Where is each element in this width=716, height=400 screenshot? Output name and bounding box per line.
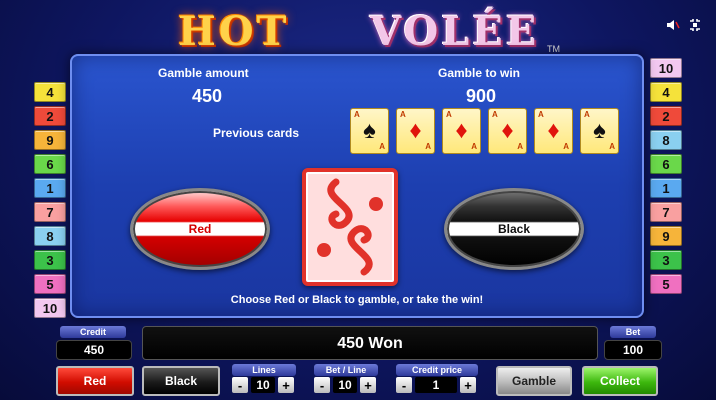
- left-payline-number: 9: [34, 130, 66, 150]
- diamond-suit-icon: ♦: [501, 117, 514, 144]
- right-payline-number: 5: [650, 274, 682, 294]
- card-rank: A: [492, 110, 498, 119]
- collect-button[interactable]: Collect: [582, 366, 658, 396]
- left-payline-number: 7: [34, 202, 66, 222]
- black-choice-button[interactable]: Black: [444, 188, 584, 270]
- bet-line-plus-button[interactable]: +: [360, 377, 376, 393]
- right-payline-number: 4: [650, 82, 682, 102]
- bet-value: 100: [604, 340, 662, 360]
- gamble-button[interactable]: Gamble: [496, 366, 572, 396]
- card-rank: A: [446, 110, 452, 119]
- previous-cards-row: A ♠ A A ♦ A A ♦ A A ♦ A A ♦ A A ♠ A: [350, 108, 619, 154]
- right-payline-number: 2: [650, 106, 682, 126]
- right-payline-column: 10 4 2 8 6 1 7 9 3 5: [650, 58, 682, 294]
- red-choice-button[interactable]: Red: [130, 188, 270, 270]
- credit-price-label: Credit price: [396, 364, 478, 376]
- spade-suit-icon: ♠: [363, 117, 376, 144]
- card-rank: A: [400, 110, 406, 119]
- left-payline-number: 1: [34, 178, 66, 198]
- previous-cards-label: Previous cards: [213, 126, 300, 140]
- card-rank: A: [563, 142, 569, 151]
- lines-minus-button[interactable]: -: [232, 377, 248, 393]
- credit-price-value: 1: [415, 377, 457, 393]
- card-rank: A: [425, 142, 431, 151]
- previous-card: A ♦ A: [488, 108, 527, 154]
- gamble-amount-value: 450: [192, 86, 223, 106]
- right-payline-number: 7: [650, 202, 682, 222]
- credit-price-stepper: - 1 +: [396, 376, 476, 394]
- card-rank: A: [379, 142, 385, 151]
- card-rank: A: [584, 110, 590, 119]
- left-payline-number: 8: [34, 226, 66, 246]
- credit-label: Credit: [60, 326, 126, 338]
- left-payline-number: 5: [34, 274, 66, 294]
- credit-value: 450: [56, 340, 132, 360]
- credit-price-plus-button[interactable]: +: [460, 377, 476, 393]
- lines-value: 10: [251, 377, 275, 393]
- left-payline-column: 4 2 9 6 1 7 8 3 5 10: [34, 82, 66, 318]
- previous-card: A ♦ A: [534, 108, 573, 154]
- gamble-card-back: [302, 168, 398, 286]
- previous-card: A ♦ A: [442, 108, 481, 154]
- right-payline-number: 6: [650, 154, 682, 174]
- gamble-to-win-label: Gamble to win: [438, 66, 521, 80]
- trademark-mark: TM: [547, 44, 560, 54]
- previous-card: A ♠ A: [580, 108, 619, 154]
- gamble-panel: Gamble amount 450 Gamble to win 900 Prev…: [70, 54, 644, 318]
- card-back-pattern-icon: [317, 178, 383, 276]
- speaker-icon[interactable]: [666, 18, 680, 32]
- lines-plus-button[interactable]: +: [278, 377, 294, 393]
- bet-line-stepper: - 10 +: [314, 376, 376, 394]
- diamond-suit-icon: ♦: [409, 117, 422, 144]
- gamble-hint-text: Choose Red or Black to gamble, or take t…: [230, 294, 484, 306]
- card-rank: A: [517, 142, 523, 151]
- spade-suit-icon: ♠: [593, 117, 606, 144]
- red-button[interactable]: Red: [56, 366, 134, 396]
- diamond-suit-icon: ♦: [455, 117, 468, 144]
- card-rank: A: [471, 142, 477, 151]
- diamond-suit-icon: ♦: [547, 117, 560, 144]
- black-button[interactable]: Black: [142, 366, 220, 396]
- logo-hot-text: HOT: [178, 8, 290, 55]
- previous-card: A ♠ A: [350, 108, 389, 154]
- top-icons: [666, 18, 702, 32]
- right-payline-number: 3: [650, 250, 682, 270]
- left-payline-number: 6: [34, 154, 66, 174]
- bet-label: Bet: [610, 326, 656, 338]
- bet-line-value: 10: [333, 377, 357, 393]
- red-choice-label: Red: [188, 222, 212, 236]
- settings-icon[interactable]: [688, 18, 702, 32]
- bet-line-label: Bet / Line: [314, 364, 378, 376]
- left-payline-number: 4: [34, 82, 66, 102]
- black-choice-label: Black: [497, 222, 531, 236]
- win-message: 450 Won: [142, 326, 598, 360]
- card-rank: A: [538, 110, 544, 119]
- left-payline-number: 10: [34, 298, 66, 318]
- left-payline-number: 2: [34, 106, 66, 126]
- gamble-amount-label: Gamble amount: [158, 66, 249, 80]
- logo-volee-text: VOLÉE: [370, 8, 540, 55]
- left-payline-number: 3: [34, 250, 66, 270]
- card-rank: A: [354, 110, 360, 119]
- card-rank: A: [609, 142, 615, 151]
- lines-label: Lines: [232, 364, 296, 376]
- right-payline-number: 10: [650, 58, 682, 78]
- lines-stepper: - 10 +: [232, 376, 294, 394]
- right-payline-number: 9: [650, 226, 682, 246]
- game-logo: HOT VOLÉE TM: [170, 4, 560, 55]
- gamble-to-win-value: 900: [466, 86, 497, 106]
- previous-card: A ♦ A: [396, 108, 435, 154]
- right-payline-number: 8: [650, 130, 682, 150]
- credit-price-minus-button[interactable]: -: [396, 377, 412, 393]
- bet-line-minus-button[interactable]: -: [314, 377, 330, 393]
- right-payline-number: 1: [650, 178, 682, 198]
